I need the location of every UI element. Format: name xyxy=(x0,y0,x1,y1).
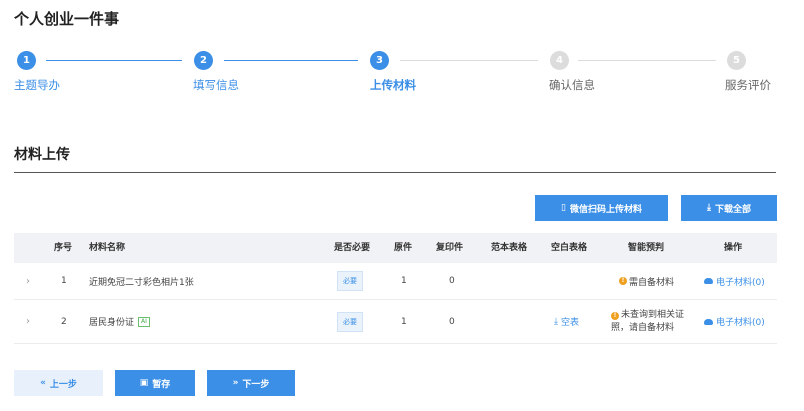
download-all-label: 下载全部 xyxy=(714,204,751,215)
warning-icon: ! xyxy=(619,277,627,285)
wechat-upload-button[interactable]: ▯ 微信扫码上传材料 xyxy=(535,195,668,221)
action-label: 电子材料(0) xyxy=(716,318,765,328)
row-name: 近期免冠二寸彩色相片1张 xyxy=(89,277,194,288)
next-step-label: 下一步 xyxy=(242,379,270,390)
double-chevron-right-icon: » xyxy=(232,378,239,388)
row-index: 2 xyxy=(61,316,67,327)
download-all-button[interactable]: ⤓ 下载全部 xyxy=(681,195,777,221)
step-number: 5 xyxy=(727,51,746,70)
step-connector xyxy=(224,60,358,61)
electronic-material-link[interactable]: 电子材料(0) xyxy=(704,300,765,343)
section-divider xyxy=(14,172,776,173)
predict-text: 未查询到相关证照，请自备材料 xyxy=(611,309,685,333)
predict-text: 需自备材料 xyxy=(629,277,675,288)
header-original: 原件 xyxy=(394,243,413,253)
expand-icon[interactable]: › xyxy=(26,300,30,343)
double-chevron-left-icon: « xyxy=(40,378,46,388)
header-index: 序号 xyxy=(54,243,73,253)
save-draft-button[interactable]: ▣ 暂存 xyxy=(115,370,195,396)
row-copy: 0 xyxy=(449,276,455,286)
download-icon: ⤓ xyxy=(554,316,558,327)
row-original: 1 xyxy=(401,316,407,327)
step-number: 1 xyxy=(17,51,36,70)
warning-icon: ! xyxy=(611,311,619,320)
header-blank: 空白表格 xyxy=(551,243,588,253)
action-label: 电子材料(0) xyxy=(716,277,765,288)
step-number: 3 xyxy=(370,51,389,70)
step-connector xyxy=(46,60,182,61)
table-row: › 2 居民身份证 AI 必要 1 0 ⤓ 空表 ! 未查询到相关证照，请自备材料… xyxy=(14,300,777,344)
step-number: 4 xyxy=(550,51,569,70)
cloud-upload-icon xyxy=(704,278,713,284)
step-label: 上传材料 xyxy=(370,78,416,92)
row-index: 1 xyxy=(61,276,67,286)
blank-form-label: 空表 xyxy=(560,318,579,328)
header-sample: 范本表格 xyxy=(491,243,528,253)
row-name-cell: 居民身份证 AI xyxy=(89,300,150,343)
row-predict: ! 需自备材料 xyxy=(619,263,674,299)
materials-table: 序号 材料名称 是否必要 原件 复印件 范本表格 空白表格 智能预判 操作 › … xyxy=(14,233,777,344)
cloud-upload-icon xyxy=(704,318,713,325)
previous-step-button[interactable]: « 上一步 xyxy=(14,370,103,396)
section-title: 材料上传 xyxy=(14,147,70,163)
ai-badge: AI xyxy=(138,316,150,327)
save-draft-label: 暂存 xyxy=(152,379,171,390)
table-row: › 1 近期免冠二寸彩色相片1张 必要 1 0 ! 需自备材料 电子材料(0) xyxy=(14,263,777,300)
download-icon: ⤓ xyxy=(707,203,711,213)
phone-icon: ▯ xyxy=(561,203,566,213)
header-action: 操作 xyxy=(724,243,743,253)
step-label: 填写信息 xyxy=(193,78,239,92)
step-progress: 1 主题导办 2 填写信息 3 上传材料 4 确认信息 5 服务评价 xyxy=(0,48,804,98)
step-connector xyxy=(400,60,538,61)
wechat-upload-label: 微信扫码上传材料 xyxy=(569,204,642,215)
header-predict: 智能预判 xyxy=(628,243,665,253)
header-name: 材料名称 xyxy=(89,243,126,253)
electronic-material-link[interactable]: 电子材料(0) xyxy=(704,263,765,299)
page-title: 个人创业一件事 xyxy=(14,10,120,28)
required-tag: 必要 xyxy=(337,271,363,291)
step-number: 2 xyxy=(194,51,213,70)
row-name: 居民身份证 xyxy=(89,318,135,328)
expand-icon[interactable]: › xyxy=(26,263,30,299)
step-label: 确认信息 xyxy=(549,78,595,92)
step-label: 服务评价 xyxy=(725,78,771,92)
row-original: 1 xyxy=(401,276,407,286)
save-icon: ▣ xyxy=(139,378,149,388)
row-copy: 0 xyxy=(449,316,455,327)
row-predict: ! 未查询到相关证照，请自备材料 xyxy=(611,300,687,343)
next-step-button[interactable]: » 下一步 xyxy=(207,370,295,396)
header-required: 是否必要 xyxy=(334,243,371,253)
required-tag: 必要 xyxy=(337,311,363,332)
step-connector xyxy=(578,60,716,61)
previous-step-label: 上一步 xyxy=(49,379,77,390)
header-copy: 复印件 xyxy=(436,243,464,253)
blank-form-link[interactable]: ⤓ 空表 xyxy=(554,300,579,343)
step-label: 主题导办 xyxy=(14,78,60,92)
table-header: 序号 材料名称 是否必要 原件 复印件 范本表格 空白表格 智能预判 操作 xyxy=(14,233,777,263)
